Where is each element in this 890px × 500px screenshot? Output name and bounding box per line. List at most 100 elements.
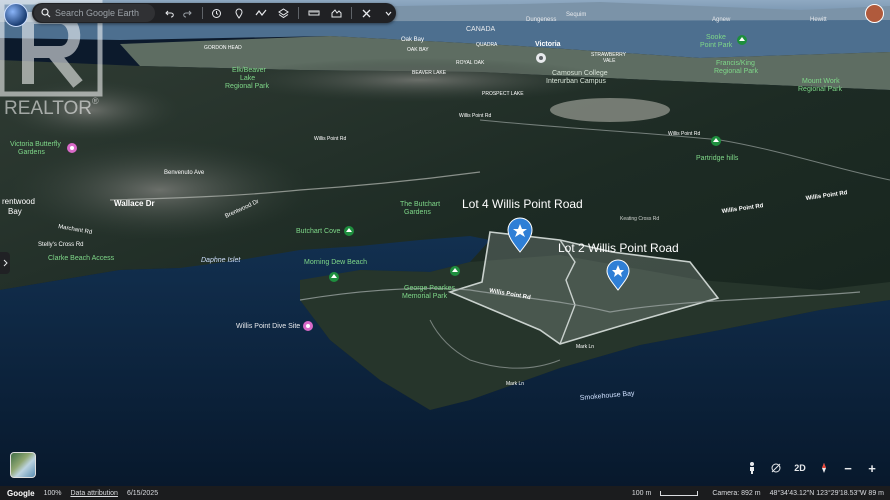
undo-icon [164,10,174,18]
label-gordon-head: GORDON HEAD [204,45,242,51]
label-beaver-lake: BEAVER LAKE [412,70,447,76]
label-victoria-butterfly: Victoria Butterfly [10,141,61,148]
measure-button[interactable] [306,4,321,22]
redo-button[interactable] [179,4,194,22]
label-camosun-2: Interurban Campus [546,78,606,85]
label-partridge-hills: Partridge hills [696,155,739,162]
search-icon [41,8,51,18]
label-victoria-butterfly-2: Gardens [18,149,45,156]
map-view[interactable]: CANADA Dungeness Sequim Agnew Hewitt Vic… [0,0,890,500]
label-oak-bay-small: OAK BAY [407,47,429,53]
search-input[interactable] [51,8,155,18]
label-elk-beaver-2: Lake [240,75,255,82]
more-button[interactable] [381,4,396,22]
navigation-controls: 2D − + [742,458,882,478]
history-button[interactable] [209,4,224,22]
label-butchart-gardens-2: Gardens [404,209,431,216]
label-daphne-islet: Daphne Islet [201,257,241,264]
label-willis-rd-3: Willis Point Rd [668,131,700,137]
label-dungeness: Dungeness [526,17,556,23]
label-clarke-beach: Clarke Beach Access [48,255,115,262]
toggle-2d-button[interactable]: 2D [790,458,810,478]
google-earth-logo-icon[interactable] [4,3,28,27]
poi-marker[interactable] [67,143,77,153]
lot4-label: Lot 4 Willis Point Road [462,197,583,211]
search-box[interactable] [34,4,155,22]
add-path-button[interactable] [254,4,269,22]
label-mark-ln: Mark Ln [576,344,594,350]
imagery-date: 6/15/2025 [126,489,159,497]
label-sequim: Sequim [566,12,586,18]
label-willis-rd-1: Willis Point Rd [459,113,491,119]
undo-button[interactable] [162,4,177,22]
pegman-button[interactable] [742,458,762,478]
label-brentwood-bay-2: Bay [8,207,22,216]
label-canada: CANADA [466,26,496,33]
label-francis-king: Francis/King [716,60,755,67]
label-victoria: Victoria [535,41,561,48]
label-willis-rd-2: Willis Point Rd [314,136,346,142]
reset-tilt-button[interactable] [766,458,786,478]
zoom-out-button[interactable]: − [838,458,858,478]
pin-icon [235,8,243,19]
label-butchart-gardens: The Butchart [400,201,440,208]
label-brentwood-bay: rentwood [2,197,35,206]
label-elk-beaver: Elk/Beaver [232,67,267,74]
realtor-wordmark: REALTOR [4,98,92,119]
zoom-level: 100% [43,489,62,497]
label-keating: Keating Cross Rd [620,216,659,222]
label-prospect-lake: PROSPECT LAKE [482,91,524,97]
projects-icon [331,9,342,18]
label-benvenuto: Benvenuto Ave [164,170,205,176]
label-mark-ln-2: Mark Ln [506,381,524,387]
label-sooke-point-2: Point Park [700,42,733,49]
account-avatar[interactable] [865,4,884,23]
label-royal-oak: ROYAL OAK [456,60,485,66]
map-layer-thumbnail[interactable] [10,452,36,478]
poi-marker[interactable] [536,53,546,63]
label-camosun: Camosun College [552,70,608,77]
camera-altitude: Camera: 892 m [712,489,761,497]
zoom-in-button[interactable]: + [862,458,882,478]
toolbar-divider [350,7,352,19]
park-marker[interactable] [450,266,460,276]
ruler-icon [308,10,320,16]
label-strawberry-vale-2: VALE [603,58,616,64]
lot2-label: Lot 2 Willis Point Road [558,241,679,255]
toolbar-divider [298,7,300,19]
status-bar: Google 100% Data attribution 6/15/2025 1… [0,486,890,500]
tools-button[interactable] [359,4,374,22]
label-wallace-dr: Wallace Dr [114,199,155,208]
cursor-coordinates: 48°34'43.12"N 123°29'18.53"W 89 m [769,489,884,497]
park-marker[interactable] [329,272,339,282]
history-icon [212,8,222,18]
label-oak-bay: Oak Bay [401,37,424,43]
tools-icon [362,9,371,17]
label-willis-dive: Willis Point Dive Site [236,323,300,330]
compass-button[interactable] [814,458,834,478]
urban-area [10,140,310,240]
tilt-icon [771,463,781,473]
projects-button[interactable] [328,4,343,22]
label-quadra: QUADRA [476,42,498,48]
label-hewitt: Hewitt [810,17,827,23]
poi-marker[interactable] [303,321,313,331]
side-panel-toggle[interactable] [0,252,10,274]
park-marker[interactable] [737,35,747,45]
scale-label: 100 m [631,489,652,497]
redo-icon [183,10,192,18]
quarry [550,98,670,122]
scale-bar [660,490,699,496]
map-style-button[interactable] [276,4,291,22]
label-elk-beaver-3: Regional Park [225,83,269,90]
scale-indicator: 100 m [631,489,699,497]
park-marker[interactable] [711,136,721,146]
chevron-down-icon [385,11,392,16]
add-placemark-button[interactable] [232,4,247,22]
path-icon [255,9,267,16]
label-george-pearkes: George Pearkes [404,285,455,292]
pegman-icon [750,462,754,474]
park-marker[interactable] [344,226,354,236]
data-attribution-link[interactable]: Data attribution [70,490,117,497]
realtor-registered-mark: ® [92,96,99,106]
